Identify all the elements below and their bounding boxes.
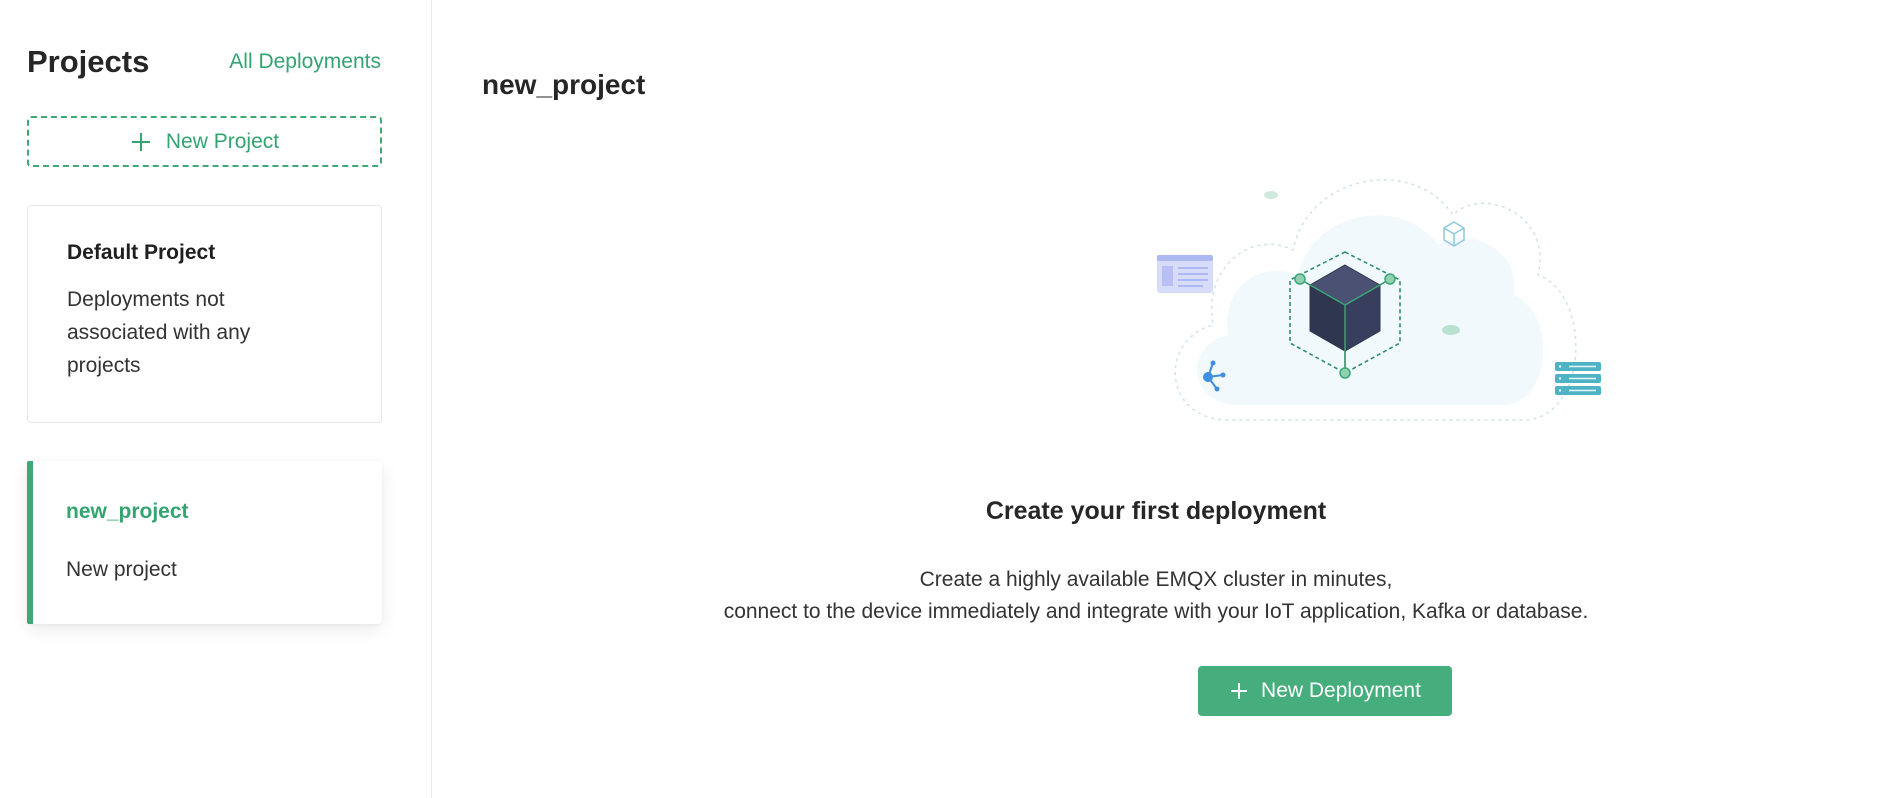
empty-state-description-line2: connect to the device immediately and in… [723,600,1589,623]
new-project-button[interactable]: New Project [27,116,382,167]
plus-icon [1231,683,1248,699]
project-description: Deployments not associated with any proj… [67,288,251,377]
page-title: new_project [482,69,646,100]
new-deployment-button[interactable]: New Deployment [1198,666,1452,716]
project-description: New project [66,558,177,581]
empty-state-description-line1: Create a highly available EMQX cluster i… [919,568,1393,591]
project-name: Default Project [67,241,216,264]
new-deployment-label: New Deployment [1261,679,1421,702]
browser-window-icon [1157,255,1213,293]
new-project-label: New Project [165,129,280,153]
project-card-default[interactable]: Default Project Deployments not associat… [27,205,382,423]
main-content: new_project Create your first deployment… [433,0,1888,798]
project-name: new_project [66,500,189,523]
empty-state-description: Create a highly available EMQX cluster i… [724,564,1589,628]
project-card-new-project[interactable]: new_project New project [27,461,382,624]
projects-sidebar: Projects All Deployments New Project Def… [0,0,432,798]
server-stack-icon [1555,362,1601,395]
cube-outline-icon [1443,221,1465,247]
active-indicator [27,461,33,624]
cloud-cube-illustration [1157,179,1601,421]
sidebar-title: Projects [27,44,150,79]
all-deployments-link[interactable]: All Deployments [229,50,381,74]
sidebar-header: Projects All Deployments [27,40,381,84]
plus-icon [131,132,150,151]
app-root: Projects All Deployments New Project Def… [0,0,1888,798]
empty-state-title: Create your first deployment [985,497,1327,525]
